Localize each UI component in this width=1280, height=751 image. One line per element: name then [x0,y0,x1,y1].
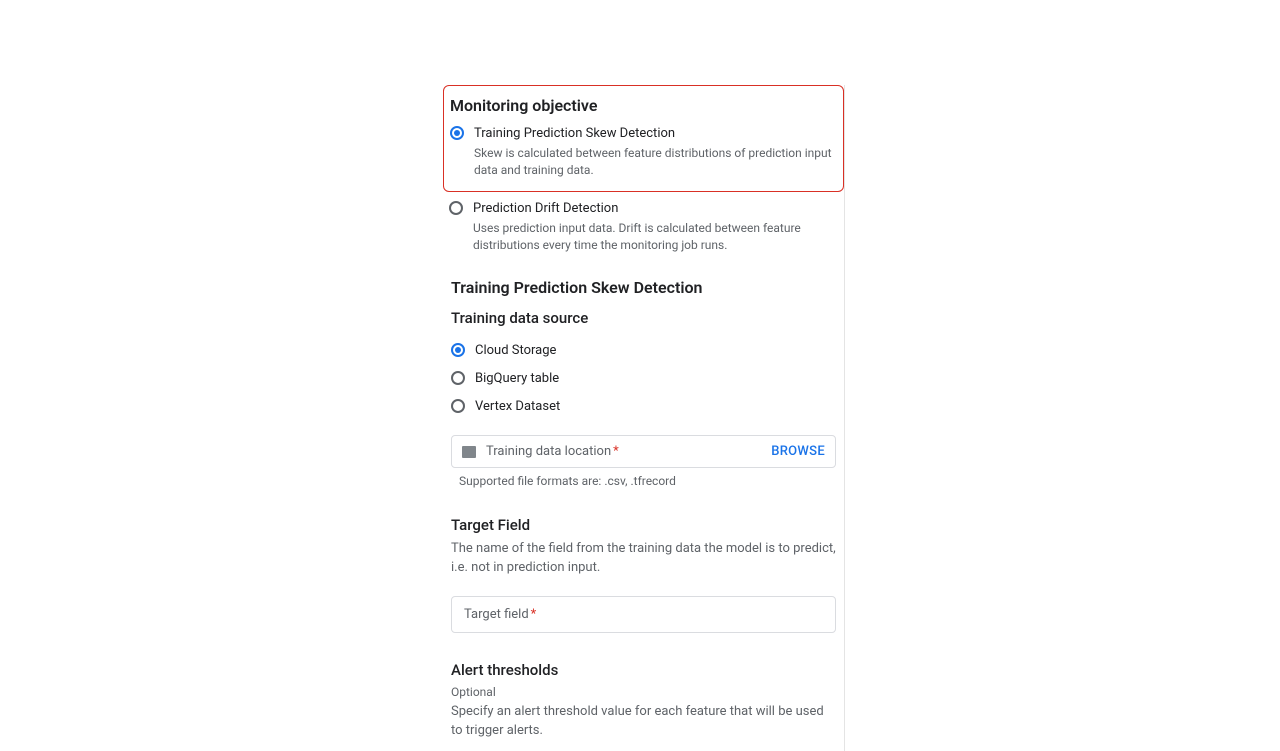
input-placeholder: Training data location* [486,444,771,459]
radio-label: Prediction Drift Detection [473,200,844,218]
optional-label: Optional [451,685,836,699]
radio-icon [451,343,465,357]
alert-thresholds-title: Alert thresholds [451,661,836,679]
radio-label: Training Prediction Skew Detection [474,125,837,143]
radio-description: Skew is calculated between feature distr… [474,145,837,179]
training-data-location-input[interactable]: Training data location* BROWSE [451,435,836,468]
monitoring-objective-title: Monitoring objective [450,96,837,123]
target-field-title: Target Field [451,516,836,534]
radio-skew-detection[interactable]: Training Prediction Skew Detection Skew … [450,123,837,181]
file-format-helper: Supported file formats are: .csv, .tfrec… [459,474,836,488]
radio-bigquery[interactable]: BigQuery table [451,365,844,393]
target-field-input[interactable]: Target field* [451,596,836,633]
training-data-source-title: Training data source [451,309,844,327]
target-field-desc: The name of the field from the training … [451,540,836,578]
radio-description: Uses prediction input data. Drift is cal… [473,220,844,254]
input-placeholder: Target field* [464,607,823,622]
radio-drift-detection[interactable]: Prediction Drift Detection Uses predicti… [443,198,844,256]
radio-icon [451,399,465,413]
target-field-section: Target Field The name of the field from … [451,516,836,578]
radio-icon [451,371,465,385]
monitoring-config-panel: Monitoring objective Training Prediction… [443,85,845,751]
radio-cloud-storage[interactable]: Cloud Storage [451,337,844,365]
alert-thresholds-desc: Specify an alert threshold value for eac… [451,703,836,741]
monitoring-objective-highlight: Monitoring objective Training Prediction… [443,85,844,192]
training-data-source-group: Cloud Storage BigQuery table Vertex Data… [443,337,844,422]
folder-icon [462,446,476,458]
alert-thresholds-section: Alert thresholds Optional Specify an ale… [451,661,836,741]
radio-label: BigQuery table [475,370,844,388]
radio-label: Cloud Storage [475,342,844,360]
radio-vertex-dataset[interactable]: Vertex Dataset [451,393,844,421]
radio-icon [449,201,463,215]
radio-icon [450,126,464,140]
radio-label: Vertex Dataset [475,398,844,416]
browse-button[interactable]: BROWSE [771,444,825,459]
skew-section-title: Training Prediction Skew Detection [451,278,844,297]
